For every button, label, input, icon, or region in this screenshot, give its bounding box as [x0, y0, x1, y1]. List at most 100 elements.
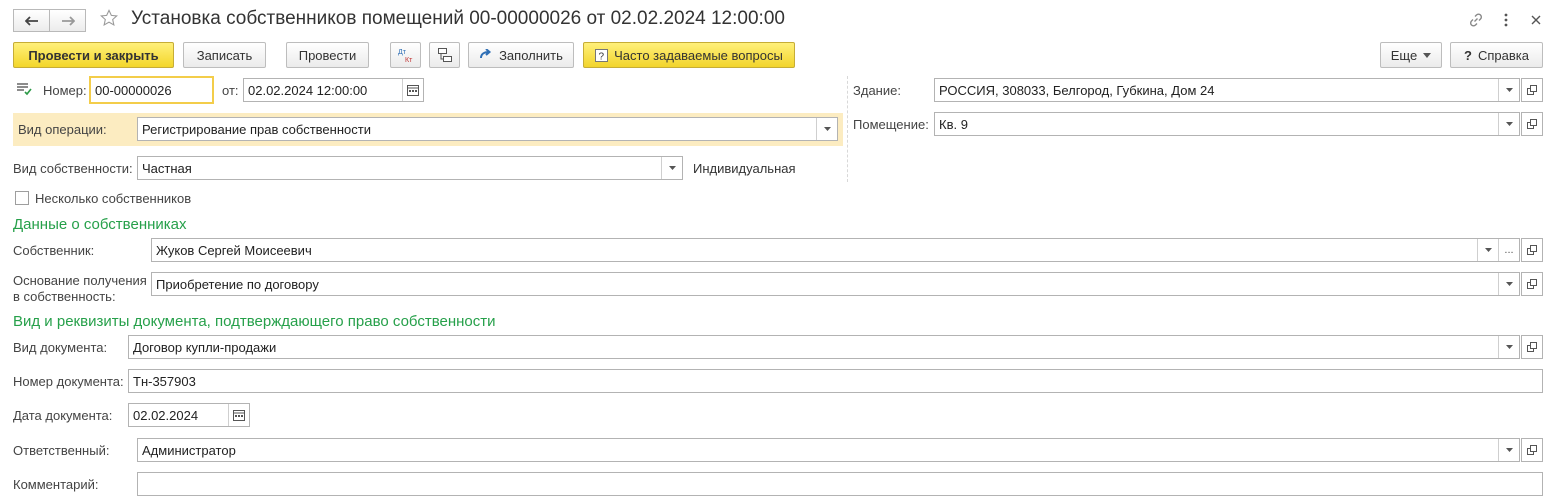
basis-label: Основание получения в собственность: — [13, 273, 147, 305]
basis-value: Приобретение по договору — [156, 276, 319, 292]
help-question-icon: ? — [1464, 47, 1472, 63]
premises-open-button[interactable] — [1521, 112, 1543, 136]
owner-value: Жуков Сергей Моисеевич — [156, 242, 312, 258]
date-label: от: — [222, 83, 239, 98]
number-value: 00-00000026 — [95, 82, 172, 98]
calendar-icon[interactable] — [228, 404, 249, 426]
arrow-left-icon — [24, 15, 38, 26]
post-and-close-button[interactable]: Провести и закрыть — [13, 42, 174, 68]
responsible-value: Администратор — [142, 442, 236, 458]
doc-number-label: Номер документа: — [13, 374, 124, 389]
star-icon[interactable] — [100, 9, 118, 27]
chevron-down-icon[interactable] — [661, 157, 682, 179]
dtkt-button[interactable]: Дт Кт — [390, 42, 421, 68]
comment-input[interactable] — [137, 472, 1543, 496]
help-button[interactable]: ? Справка — [1450, 42, 1543, 68]
document-list-icon[interactable] — [16, 82, 32, 99]
save-button[interactable]: Записать — [183, 42, 266, 68]
hierarchy-icon — [437, 48, 452, 62]
arrow-right-icon — [61, 15, 75, 26]
chevron-down-icon[interactable] — [1498, 273, 1519, 295]
operation-label: Вид операции: — [18, 122, 107, 137]
fill-arrow-icon — [480, 49, 492, 59]
chevron-down-icon[interactable] — [816, 118, 837, 140]
page-title: Установка собственников помещений 00-000… — [131, 8, 785, 29]
open-window-icon — [1527, 245, 1537, 255]
back-button[interactable] — [13, 9, 50, 32]
structure-button[interactable] — [429, 42, 460, 68]
open-window-icon — [1527, 445, 1537, 455]
ownership-note: Индивидуальная — [693, 161, 796, 176]
doc-type-value: Договор купли-продажи — [133, 339, 277, 355]
open-window-icon — [1527, 85, 1537, 95]
more-label: Еще — [1390, 47, 1418, 63]
chevron-down-icon[interactable] — [1498, 113, 1519, 135]
save-label: Записать — [196, 47, 253, 63]
building-select[interactable]: РОССИЯ, 308033, Белгород, Губкина, Дом 2… — [934, 78, 1520, 102]
svg-text:?: ? — [599, 51, 605, 62]
ownership-value: Частная — [142, 160, 192, 176]
ownership-select[interactable]: Частная — [137, 156, 683, 180]
chevron-down-icon[interactable] — [1477, 239, 1498, 261]
ownership-label: Вид собственности: — [13, 161, 133, 176]
basis-label-line1: Основание получения — [13, 273, 147, 288]
document-section-title: Вид и реквизиты документа, подтверждающе… — [13, 313, 496, 330]
date-value: 02.02.2024 12:00:00 — [248, 82, 368, 98]
responsible-open-button[interactable] — [1521, 438, 1543, 462]
fill-label: Заполнить — [499, 47, 563, 63]
open-window-icon — [1527, 119, 1537, 129]
premises-select[interactable]: Кв. 9 — [934, 112, 1520, 136]
number-label: Номер: — [43, 83, 87, 98]
faq-label: Часто задаваемые вопросы — [614, 47, 783, 63]
building-open-button[interactable] — [1521, 78, 1543, 102]
building-label: Здание: — [853, 83, 901, 98]
open-window-icon — [1527, 342, 1537, 352]
premises-label: Помещение: — [853, 117, 929, 132]
doc-type-select[interactable]: Договор купли-продажи — [128, 335, 1520, 359]
faq-button[interactable]: ? Часто задаваемые вопросы — [583, 42, 795, 68]
responsible-label: Ответственный: — [13, 443, 110, 458]
chevron-down-icon[interactable] — [1498, 336, 1519, 358]
operation-select[interactable]: Регистрирование прав собственности — [137, 117, 838, 141]
calendar-icon[interactable] — [402, 79, 423, 101]
post-label: Провести — [298, 47, 357, 63]
doc-type-open-button[interactable] — [1521, 335, 1543, 359]
close-icon[interactable] — [1527, 11, 1545, 29]
doc-number-value: Тн-357903 — [133, 373, 196, 389]
basis-select[interactable]: Приобретение по договору — [151, 272, 1520, 296]
open-window-icon — [1527, 279, 1537, 289]
question-icon: ? — [595, 48, 609, 62]
comment-label: Комментарий: — [13, 477, 99, 492]
fill-button[interactable]: Заполнить — [468, 42, 574, 68]
select-ellipsis-icon[interactable]: ... — [1498, 239, 1519, 261]
building-value: РОССИЯ, 308033, Белгород, Губкина, Дом 2… — [939, 82, 1215, 98]
owners-section-title: Данные о собственниках — [13, 216, 187, 233]
basis-label-line2: в собственность: — [13, 289, 116, 304]
dtkt-icon: Дт Кт — [398, 49, 413, 64]
date-input[interactable]: 02.02.2024 12:00:00 — [243, 78, 424, 102]
doc-date-value: 02.02.2024 — [133, 407, 199, 423]
doc-date-input[interactable]: 02.02.2024 — [128, 403, 250, 427]
owner-select[interactable]: Жуков Сергей Моисеевич ... — [151, 238, 1520, 262]
premises-value: Кв. 9 — [939, 116, 968, 132]
link-icon[interactable] — [1467, 11, 1485, 29]
chevron-down-icon[interactable] — [1498, 439, 1519, 461]
chevron-down-icon — [1423, 52, 1432, 58]
basis-open-button[interactable] — [1521, 272, 1543, 296]
svg-text:Дт: Дт — [398, 49, 407, 56]
owner-open-button[interactable] — [1521, 238, 1543, 262]
doc-number-input[interactable]: Тн-357903 — [128, 369, 1543, 393]
post-and-close-label: Провести и закрыть — [28, 47, 159, 63]
owner-label: Собственник: — [13, 243, 95, 258]
post-button[interactable]: Провести — [286, 42, 369, 68]
chevron-down-icon[interactable] — [1498, 79, 1519, 101]
more-button[interactable]: Еще — [1380, 42, 1442, 68]
more-vertical-icon[interactable] — [1497, 11, 1515, 29]
forward-button[interactable] — [49, 9, 86, 32]
column-divider — [847, 76, 848, 182]
number-input[interactable]: 00-00000026 — [89, 76, 214, 104]
responsible-select[interactable]: Администратор — [137, 438, 1520, 462]
multiple-owners-checkbox[interactable] — [15, 191, 29, 205]
doc-type-label: Вид документа: — [13, 340, 108, 355]
operation-value: Регистрирование прав собственности — [142, 121, 371, 137]
